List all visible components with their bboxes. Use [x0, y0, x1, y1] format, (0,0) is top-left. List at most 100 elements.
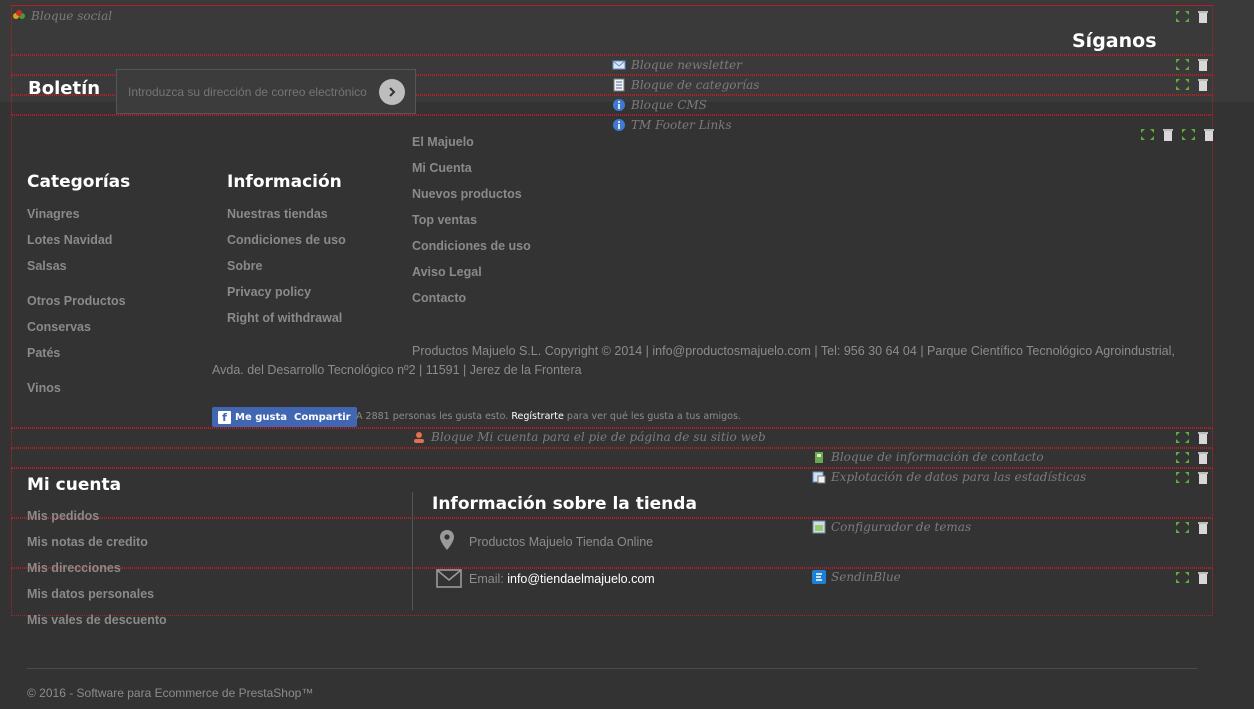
controls-footer-links	[1140, 128, 1214, 141]
info-link[interactable]: Privacy policy	[227, 285, 311, 299]
my-account-link[interactable]: Mis vales de descuento	[27, 613, 167, 627]
list-icon	[613, 78, 625, 92]
facebook-icon: f	[218, 410, 231, 424]
footer-link[interactable]: Contacto	[412, 291, 466, 305]
module-label-myaccount[interactable]: Bloque Mi cuenta para el pie de página d…	[412, 430, 766, 444]
newsletter-form	[116, 69, 416, 114]
category-link[interactable]: Vinos	[27, 381, 61, 395]
sendinblue-icon	[812, 570, 826, 584]
module-label-sendinblue[interactable]: SendinBlue	[812, 570, 901, 584]
store-email-link[interactable]: info@tiendaelmajuelo.com	[507, 572, 655, 586]
store-info-heading: Información sobre la tienda	[432, 494, 697, 514]
store-name: Productos Majuelo Tienda Online	[469, 535, 654, 549]
category-link[interactable]: Conservas	[27, 320, 91, 334]
map-pin-icon	[440, 530, 454, 550]
column-divider	[412, 492, 413, 610]
stats-icon	[812, 471, 826, 484]
categories-heading: Categorías	[27, 172, 131, 192]
footer-divider	[27, 668, 1197, 669]
store-email: Email: info@tiendaelmajuelo.com	[469, 572, 655, 586]
footer-copyright: © 2016 - Software para Ecommerce de Pres…	[27, 686, 314, 700]
move-icon[interactable]	[1175, 471, 1190, 484]
newsletter-submit-button[interactable]	[379, 78, 405, 105]
move-icon[interactable]	[1175, 571, 1190, 584]
category-link[interactable]: Vinagres	[27, 207, 80, 221]
info-link[interactable]: Right of withdrawal	[227, 311, 342, 325]
module-label-footer-links[interactable]: TM Footer Links	[612, 118, 732, 132]
newsletter-email-input[interactable]	[117, 84, 369, 99]
theme-config-icon	[812, 520, 826, 534]
delete-icon[interactable]	[1198, 521, 1208, 534]
move-icon[interactable]	[1175, 58, 1190, 71]
user-icon	[414, 432, 424, 443]
controls-theme	[1175, 521, 1208, 534]
module-outline-social	[11, 5, 1213, 55]
move-icon[interactable]	[1181, 128, 1196, 141]
facebook-share-button[interactable]: Compartir	[288, 407, 357, 427]
social-heading: Síganos	[1072, 30, 1157, 52]
email-icon	[436, 569, 462, 588]
contact-icon	[815, 452, 823, 463]
module-label-contact[interactable]: Bloque de información de contacto	[812, 450, 1044, 464]
category-link[interactable]: Salsas	[27, 259, 67, 273]
controls-contact	[1175, 451, 1208, 464]
delete-icon[interactable]	[1198, 58, 1208, 71]
module-outline-footer-links	[11, 115, 1213, 428]
my-account-link[interactable]: Mis pedidos	[27, 509, 99, 523]
footer-link[interactable]: Condiciones de uso	[412, 239, 531, 253]
controls-stats	[1175, 471, 1208, 484]
my-account-link[interactable]: Mis notas de credito	[27, 535, 148, 549]
footer-link[interactable]: Mi Cuenta	[412, 161, 472, 175]
delete-icon[interactable]	[1198, 451, 1208, 464]
controls-myaccount	[1175, 431, 1208, 444]
move-icon[interactable]	[1175, 78, 1190, 91]
delete-icon[interactable]	[1198, 431, 1208, 444]
controls-categories	[1175, 78, 1208, 91]
info-icon	[613, 99, 625, 111]
category-link[interactable]: Otros Productos	[27, 294, 126, 308]
move-icon[interactable]	[1175, 451, 1190, 464]
chevron-right-icon	[389, 86, 396, 97]
controls-social	[1175, 10, 1208, 23]
social-module-icon	[13, 10, 25, 19]
delete-icon[interactable]	[1198, 78, 1208, 91]
info-link[interactable]: Nuestras tiendas	[227, 207, 328, 221]
module-label-cms[interactable]: Bloque CMS	[612, 98, 707, 112]
facebook-like-button[interactable]: f Me gusta	[212, 407, 293, 427]
delete-icon[interactable]	[1204, 128, 1214, 141]
delete-icon[interactable]	[1198, 10, 1208, 23]
info-link[interactable]: Sobre	[227, 259, 262, 273]
controls-newsletter	[1175, 58, 1208, 71]
newsletter-heading: Boletín	[28, 78, 101, 99]
delete-icon[interactable]	[1163, 128, 1173, 141]
module-label-categories[interactable]: Bloque de categorías	[612, 78, 759, 92]
my-account-link[interactable]: Mis direcciones	[27, 561, 121, 575]
info-icon	[613, 119, 625, 131]
info-link[interactable]: Condiciones de uso	[227, 233, 346, 247]
footer-link[interactable]: Top ventas	[412, 213, 477, 227]
move-icon[interactable]	[1140, 128, 1155, 141]
module-label-newsletter[interactable]: Bloque newsletter	[612, 58, 742, 72]
delete-icon[interactable]	[1198, 471, 1208, 484]
module-label-social[interactable]: Bloque social	[12, 9, 112, 23]
info-heading: Información	[227, 172, 342, 192]
envelope-icon	[612, 60, 626, 70]
move-icon[interactable]	[1175, 10, 1190, 23]
controls-sendinblue	[1175, 571, 1208, 584]
my-account-link[interactable]: Mis datos personales	[27, 587, 154, 601]
delete-icon[interactable]	[1198, 571, 1208, 584]
category-link[interactable]: Lotes Navidad	[27, 233, 112, 247]
module-label-theme[interactable]: Configurador de temas	[812, 520, 971, 534]
footer-link[interactable]: Aviso Legal	[412, 265, 482, 279]
company-copyright-line2: Avda. del Desarrollo Tecnológico nº2 | 1…	[212, 363, 582, 377]
category-link[interactable]: Patés	[27, 346, 60, 360]
facebook-like-count: A 2881 personas les gusta esto. Regístra…	[356, 411, 741, 422]
move-icon[interactable]	[1175, 521, 1190, 534]
module-label-stats[interactable]: Explotación de datos para las estadístic…	[812, 470, 1086, 484]
move-icon[interactable]	[1175, 431, 1190, 444]
footer-link[interactable]: El Majuelo	[412, 135, 474, 149]
facebook-register-link[interactable]: Regístrarte	[511, 411, 564, 422]
footer-link[interactable]: Nuevos productos	[412, 187, 522, 201]
my-account-heading: Mi cuenta	[27, 475, 122, 495]
company-copyright-line1: Productos Majuelo S.L. Copyright © 2014 …	[412, 344, 1175, 358]
